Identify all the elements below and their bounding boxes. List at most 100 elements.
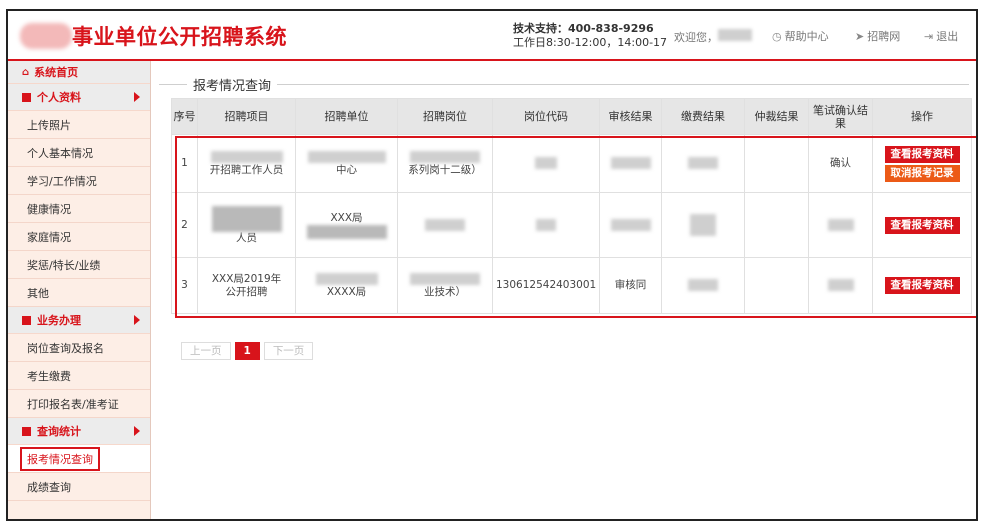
paper-plane-icon: ➤ [855, 29, 865, 43]
project-name: XXX局2019年 [211, 272, 282, 285]
post-cell: 业技术） [397, 257, 493, 314]
row-number: 2 [171, 192, 198, 258]
post-code-cell: 130612542403001 [492, 257, 600, 314]
sidebar-group-personal[interactable]: 个人资料 [8, 84, 150, 111]
unit-name: 中心 [336, 163, 357, 176]
post-code-cell [492, 192, 600, 258]
sidebar-item-post-search[interactable]: 岗位查询及报名 [8, 334, 150, 362]
view-application-button[interactable]: 查看报考资料 [884, 145, 960, 163]
sidebar-group-label: 个人资料 [37, 91, 81, 104]
exam-confirm-cell: 确认 [808, 134, 873, 193]
main-content: 报考情况查询 序号 招聘项目 招聘单位 招聘岗位 岗位代码 审核结果 缴费结果 … [151, 61, 976, 519]
redacted-text [827, 218, 854, 231]
sidebar-item-home[interactable]: ⌂ 系统首页 [8, 61, 150, 84]
redacted-text [315, 272, 378, 285]
row-number: 1 [171, 134, 198, 193]
redacted-text [425, 218, 465, 231]
table-row: 1 开招聘工作人员 中心 系列岗十二级） 确认 查看报考资料 取消报考记录 [171, 134, 972, 193]
unit-name: XXX局 [330, 211, 363, 224]
redacted-text [610, 218, 651, 231]
cancel-application-button[interactable]: 取消报考记录 [884, 164, 960, 182]
arbitration-cell [744, 134, 809, 193]
tech-support: 技术支持：400-838-9296 工作日8:30-12:00，14:00-17 [513, 22, 667, 50]
square-icon [22, 315, 31, 325]
chevron-right-icon [134, 426, 140, 436]
exam-confirm-text: 确认 [830, 157, 851, 169]
post-name: 系列岗十二级） [408, 163, 482, 176]
column-header: 笔试确认结果 [808, 98, 873, 135]
help-circle-icon: ◷ [772, 29, 782, 43]
home-icon: ⌂ [22, 66, 30, 78]
sidebar-group-query[interactable]: 查询统计 [8, 418, 150, 445]
column-header: 招聘单位 [295, 98, 398, 135]
redacted-text [211, 205, 282, 232]
table-header-row: 序号 招聘项目 招聘单位 招聘岗位 岗位代码 审核结果 缴费结果 仲裁结果 笔试… [171, 98, 972, 135]
page-title: 报考情况查询 [187, 75, 278, 94]
view-application-button[interactable]: 查看报考资料 [884, 277, 960, 294]
sidebar-group-business[interactable]: 业务办理 [8, 307, 150, 334]
redacted-text [688, 279, 718, 291]
project-name: 人员 [236, 231, 257, 244]
column-header: 岗位代码 [492, 98, 600, 135]
sidebar-item-basic-info[interactable]: 个人基本情况 [8, 139, 150, 167]
help-center-link[interactable]: ◷ 帮助中心 [772, 28, 829, 44]
redacted-text [410, 150, 480, 163]
project-name: 开招聘工作人员 [209, 163, 284, 176]
support-hours: 工作日8:30-12:00，14:00-17 [513, 36, 668, 49]
logout-label: 退出 [936, 30, 959, 43]
current-page-button[interactable]: 1 [234, 342, 260, 360]
column-header: 招聘岗位 [397, 98, 493, 135]
sidebar-item-print[interactable]: 打印报名表/准考证 [8, 390, 150, 418]
sidebar-item-payment[interactable]: 考生缴费 [8, 362, 150, 390]
redacted-username [718, 29, 752, 41]
next-page-button[interactable]: 下一页 [263, 342, 314, 360]
sidebar-item-scores[interactable]: 成绩查询 [8, 473, 150, 501]
redacted-text [410, 272, 480, 285]
column-header: 操作 [872, 98, 972, 135]
arbitration-cell [744, 257, 809, 314]
sidebar-item-application-status[interactable]: 报考情况查询 [8, 445, 150, 473]
review-cell [599, 134, 662, 193]
sidebar-item-other[interactable]: 其他 [8, 279, 150, 307]
logout-link[interactable]: ⇥ 退出 [924, 28, 958, 44]
redacted-text [536, 218, 556, 231]
application-table: 序号 招聘项目 招聘单位 招聘岗位 岗位代码 审核结果 缴费结果 仲裁结果 笔试… [171, 98, 972, 314]
column-header: 审核结果 [599, 98, 662, 135]
table-row: 2 人员 XXX局 查看报考资料 [171, 192, 972, 258]
sidebar-item-awards[interactable]: 奖惩/特长/业绩 [8, 251, 150, 279]
recruit-site-link[interactable]: ➤ 招聘网 [855, 28, 900, 44]
pagination: 上一页 1 下一页 [181, 342, 314, 360]
chevron-right-icon [134, 315, 140, 325]
review-text: 审核同 [614, 279, 647, 291]
section-header: 报考情况查询 [159, 75, 969, 94]
exit-icon: ⇥ [924, 29, 934, 43]
chevron-right-icon [134, 92, 140, 102]
payment-cell [661, 134, 745, 193]
sidebar-group-label: 查询统计 [37, 425, 81, 438]
sidebar-item-study-work[interactable]: 学习/工作情况 [8, 167, 150, 195]
sidebar-home-label: 系统首页 [34, 66, 79, 79]
redacted-text [688, 157, 718, 169]
project-name-cont: 公开招聘 [225, 285, 268, 298]
unit-cell: XXXX局 [295, 257, 398, 314]
sidebar-item-family[interactable]: 家庭情况 [8, 223, 150, 251]
row-number: 3 [171, 257, 198, 314]
prev-page-button[interactable]: 上一页 [181, 342, 231, 360]
redacted-text [210, 150, 283, 163]
post-cell: 系列岗十二级） [397, 134, 493, 193]
unit-name: XXXX局 [326, 285, 367, 298]
sidebar-group-label: 业务办理 [37, 314, 81, 327]
sidebar-item-health[interactable]: 健康情况 [8, 195, 150, 223]
payment-cell [661, 192, 745, 258]
post-code-cell [492, 134, 600, 193]
sidebar-item-upload-photo[interactable]: 上传照片 [8, 111, 150, 139]
review-cell [599, 192, 662, 258]
unit-cell: 中心 [295, 134, 398, 193]
redacted-text [307, 150, 386, 163]
sidebar-item-label: 报考情况查询 [20, 446, 100, 471]
action-cell: 查看报考资料 [872, 192, 972, 258]
post-name: 业技术） [424, 285, 466, 298]
view-application-button[interactable]: 查看报考资料 [884, 216, 960, 234]
project-cell: 人员 [197, 192, 296, 258]
redacted-region-logo [20, 23, 72, 49]
